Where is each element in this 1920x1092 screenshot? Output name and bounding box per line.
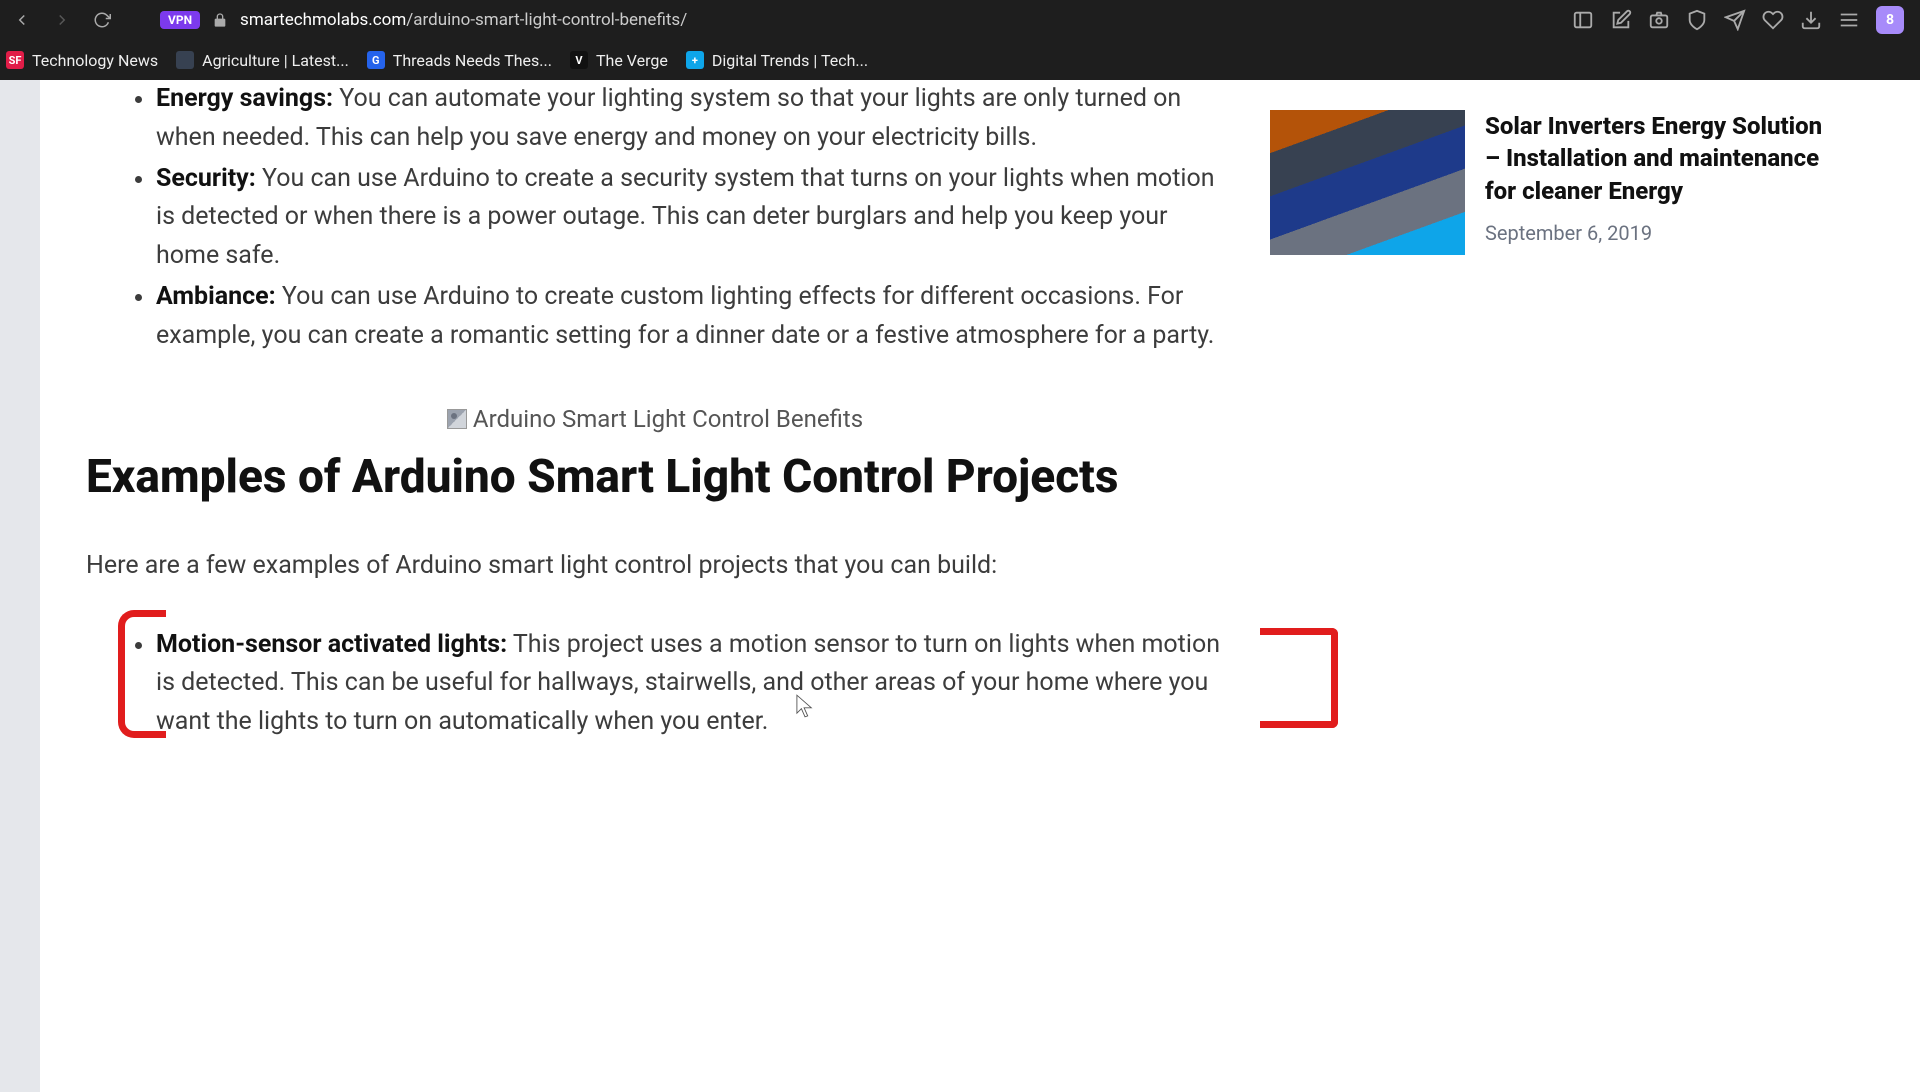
sidebar: Solar Inverters Energy Solution – Instal… xyxy=(1270,80,1830,744)
browser-chrome: VPN smartechmolabs.com/arduino-smart-lig… xyxy=(0,0,1920,80)
url-domain: smartechmolabs.com xyxy=(240,10,406,30)
related-post-date: September 6, 2019 xyxy=(1485,221,1830,245)
bookmark-favicon: G xyxy=(367,51,385,69)
menu-icon[interactable] xyxy=(1838,9,1860,31)
send-icon[interactable] xyxy=(1724,9,1746,31)
bookmark-item[interactable]: + Digital Trends | Tech... xyxy=(686,51,868,70)
list-item-label: Energy savings: xyxy=(156,84,333,113)
list-item: Ambiance: You can use Arduino to create … xyxy=(156,278,1224,356)
list-item-label: Motion-sensor activated lights: xyxy=(156,630,507,659)
profile-avatar[interactable]: 8 xyxy=(1876,6,1904,34)
download-icon[interactable] xyxy=(1800,9,1822,31)
bookmark-label: Threads Needs Thes... xyxy=(393,51,552,70)
related-post-thumb xyxy=(1270,110,1465,255)
screenshot-icon[interactable] xyxy=(1648,9,1670,31)
list-item: Motion-sensor activated lights: This pro… xyxy=(156,626,1224,742)
examples-list: Motion-sensor activated lights: This pro… xyxy=(86,626,1224,742)
bookmark-item[interactable]: Agriculture | Latest... xyxy=(176,51,349,70)
broken-image-icon xyxy=(447,409,467,429)
bookmark-favicon: SF xyxy=(6,51,24,69)
forward-button[interactable] xyxy=(48,6,76,34)
broken-image-alt: Arduino Smart Light Control Benefits xyxy=(473,405,863,433)
shield-icon[interactable] xyxy=(1686,9,1708,31)
section-intro: Here are a few examples of Arduino smart… xyxy=(86,547,1224,586)
back-button[interactable] xyxy=(8,6,36,34)
list-item-text: You can use Arduino to create a security… xyxy=(156,164,1215,271)
bookmark-label: Agriculture | Latest... xyxy=(202,51,349,70)
lock-icon xyxy=(212,12,228,28)
url-path: /arduino-smart-light-control-benefits/ xyxy=(406,10,687,30)
article: Energy savings: You can automate your li… xyxy=(40,80,1270,744)
list-item: Security: You can use Arduino to create … xyxy=(156,160,1224,276)
list-item-label: Security: xyxy=(156,164,256,193)
url-bar[interactable]: smartechmolabs.com/arduino-smart-light-c… xyxy=(240,10,687,30)
browser-right-icons: 8 xyxy=(1572,6,1912,34)
heart-icon[interactable] xyxy=(1762,9,1784,31)
bookmark-label: Technology News xyxy=(32,51,158,70)
list-item-label: Ambiance: xyxy=(156,282,276,311)
bookmark-item[interactable]: SF Technology News xyxy=(6,51,158,70)
bookmark-favicon xyxy=(176,51,194,69)
benefits-list: Energy savings: You can automate your li… xyxy=(86,80,1224,355)
bookmark-label: The Verge xyxy=(596,51,668,70)
reload-button[interactable] xyxy=(88,6,116,34)
broken-image: Arduino Smart Light Control Benefits xyxy=(447,405,863,433)
sidebar-icon[interactable] xyxy=(1572,9,1594,31)
related-post[interactable]: Solar Inverters Energy Solution – Instal… xyxy=(1270,110,1830,255)
page: Energy savings: You can automate your li… xyxy=(40,80,1920,1092)
bookmarks-bar: SF Technology News Agriculture | Latest...… xyxy=(0,40,1920,80)
list-item-text: You can use Arduino to create custom lig… xyxy=(156,282,1214,350)
browser-top-bar: VPN smartechmolabs.com/arduino-smart-lig… xyxy=(0,0,1920,40)
bookmark-item[interactable]: G Threads Needs Thes... xyxy=(367,51,552,70)
vpn-badge[interactable]: VPN xyxy=(160,11,200,29)
section-heading: Examples of Arduino Smart Light Control … xyxy=(86,449,1224,507)
related-post-title: Solar Inverters Energy Solution – Instal… xyxy=(1485,110,1830,207)
bookmark-item[interactable]: V The Verge xyxy=(570,51,668,70)
page-viewport: Energy savings: You can automate your li… xyxy=(0,80,1920,1092)
bookmark-label: Digital Trends | Tech... xyxy=(712,51,868,70)
broken-image-row: Arduino Smart Light Control Benefits xyxy=(86,405,1224,433)
bookmark-favicon: V xyxy=(570,51,588,69)
bookmark-favicon: + xyxy=(686,51,704,69)
edit-icon[interactable] xyxy=(1610,9,1632,31)
list-item: Energy savings: You can automate your li… xyxy=(156,80,1224,158)
